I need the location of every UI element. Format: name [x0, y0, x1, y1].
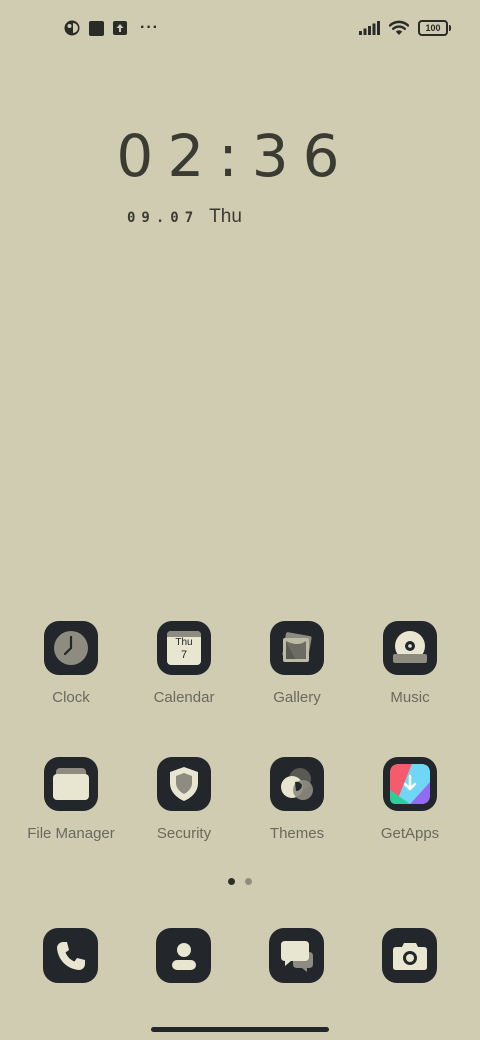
gallery-icon	[282, 632, 312, 662]
upload-notification-icon	[113, 21, 127, 35]
dock-messages[interactable]	[269, 928, 324, 983]
dock-contacts[interactable]	[156, 928, 211, 983]
app-gallery[interactable]: Gallery	[237, 621, 357, 706]
calendar-date-text: 7	[180, 649, 188, 661]
app-label: Gallery	[273, 689, 321, 706]
app-label: Clock	[52, 689, 90, 706]
page-indicator[interactable]	[0, 878, 480, 885]
calendar-icon: Thu 7	[167, 631, 201, 665]
status-bar-left: ···	[64, 19, 159, 37]
app-label: Music	[390, 689, 430, 706]
app-notification-icon	[64, 20, 80, 36]
square-notification-icon	[89, 20, 104, 36]
wifi-icon	[389, 20, 409, 35]
app-label: Calendar	[153, 689, 215, 706]
home-indicator[interactable]	[151, 1027, 329, 1032]
getapps-icon	[390, 764, 430, 804]
camera-icon	[392, 942, 427, 970]
messages-icon	[280, 940, 313, 972]
themes-icon	[281, 768, 313, 800]
app-file-manager[interactable]: File Manager	[11, 757, 131, 842]
contacts-icon	[171, 942, 196, 970]
date-number: 09.07	[127, 210, 200, 226]
shield-icon	[170, 767, 198, 801]
music-icon	[393, 631, 427, 663]
app-label: Themes	[269, 825, 325, 842]
date-weekday: Thu	[209, 206, 242, 227]
app-clock[interactable]: Clock	[11, 621, 131, 706]
app-label: GetApps	[380, 825, 440, 842]
clock-icon	[54, 631, 88, 665]
page-dot-1[interactable]	[228, 878, 235, 885]
folder-icon	[53, 768, 89, 800]
signal-icon	[359, 21, 380, 35]
more-notifications-icon: ···	[140, 19, 159, 36]
app-getapps[interactable]: GetApps	[350, 757, 470, 842]
status-bar-right: 100	[359, 18, 451, 38]
calendar-day-text: Thu	[175, 637, 193, 648]
dock-phone[interactable]	[43, 928, 98, 983]
app-label: File Manager	[27, 825, 115, 842]
app-security[interactable]: Security	[124, 757, 244, 842]
app-themes[interactable]: Themes	[237, 757, 357, 842]
phone-icon	[56, 941, 85, 970]
app-label: Security	[156, 825, 212, 842]
page-dot-2[interactable]	[245, 878, 252, 885]
battery-indicator: 100	[418, 20, 451, 36]
app-music[interactable]: Music	[350, 621, 470, 706]
dock-camera[interactable]	[382, 928, 437, 983]
app-calendar[interactable]: Thu 7 Calendar	[124, 621, 244, 706]
clock-date[interactable]: 09.07 Thu	[127, 206, 242, 228]
clock-time[interactable]: 02:36	[0, 122, 470, 190]
